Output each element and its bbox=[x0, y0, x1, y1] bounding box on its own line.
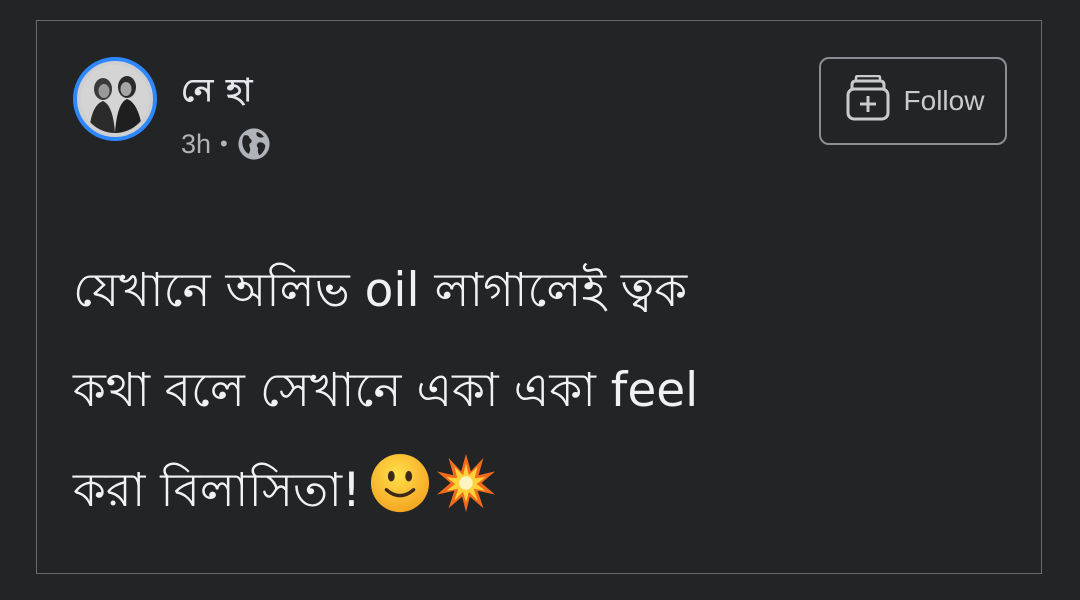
globe-icon bbox=[237, 127, 271, 161]
author-name[interactable]: নে হা bbox=[181, 65, 253, 119]
follow-label: Follow bbox=[903, 85, 985, 116]
post-timestamp[interactable]: 3h bbox=[181, 129, 211, 160]
collision-emoji bbox=[436, 453, 495, 513]
post-text-line-content: করা বিলাসিতা! bbox=[73, 463, 361, 518]
author-avatar[interactable] bbox=[73, 57, 157, 141]
avatar-photo bbox=[81, 65, 149, 133]
post-meta: 3h • bbox=[181, 127, 271, 161]
meta-separator: • bbox=[220, 131, 228, 156]
post-card: নে হা 3h • Follow যেখানে অলিভ oil লাগালে… bbox=[36, 20, 1042, 574]
post-text-line-last: করা বিলাসিতা! bbox=[73, 441, 953, 541]
post-text-line: যেখানে অলিভ oil লাগালেই ত্বক bbox=[73, 263, 688, 318]
post-text: যেখানে অলিভ oil লাগালেই ত্বক কথা বলে সেখ… bbox=[73, 241, 953, 541]
follow-plus-icon bbox=[842, 74, 894, 128]
slightly-smiling-face-emoji bbox=[370, 453, 429, 513]
post-text-line: কথা বলে সেখানে একা একা feel bbox=[73, 363, 699, 418]
follow-button[interactable]: Follow bbox=[819, 57, 1007, 145]
